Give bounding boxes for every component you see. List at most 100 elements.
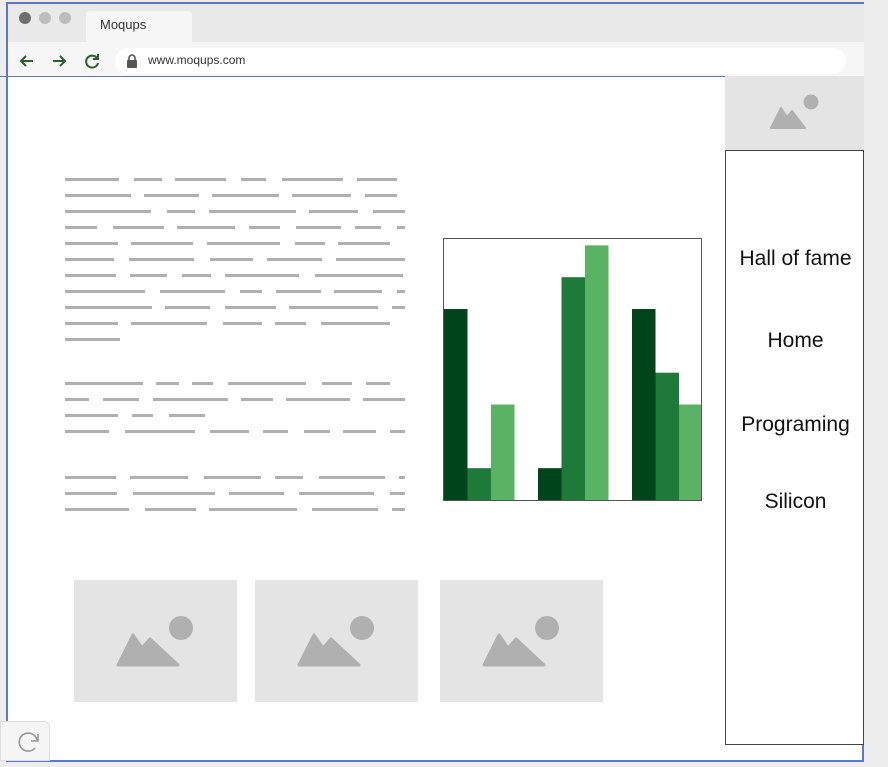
text-line-segment (357, 178, 397, 181)
text-line-segment (229, 492, 284, 495)
text-line-segment (156, 382, 179, 385)
lock-icon (126, 54, 138, 73)
window-minimize-dot[interactable] (39, 12, 51, 24)
text-line-segment (315, 274, 403, 277)
chart-bar (679, 404, 703, 500)
text-line-segment (134, 178, 162, 181)
window-close-dot[interactable] (19, 12, 31, 24)
text-line-segment (103, 398, 139, 401)
image-icon (297, 616, 374, 667)
chart-bar (632, 309, 656, 500)
text-line-segment (223, 322, 262, 325)
text-line-segment (204, 476, 261, 479)
text-line-segment (65, 226, 97, 229)
text-line-segment (267, 258, 322, 261)
image-placeholder-2 (255, 580, 418, 702)
sidebar-item-home[interactable]: Home (726, 329, 865, 353)
text-line-segment (397, 290, 405, 293)
image-icon (116, 616, 193, 667)
text-line-segment (249, 226, 280, 229)
text-line-segment (392, 306, 405, 309)
text-line-segment (65, 492, 117, 495)
text-line-segment (129, 258, 194, 261)
text-line-segment (286, 398, 350, 401)
text-line-segment (275, 322, 306, 325)
sidebar-item-programing[interactable]: Programing (726, 413, 865, 437)
sidebar-item-silicon[interactable]: Silicon (726, 490, 865, 514)
text-line-segment (336, 258, 405, 261)
text-line-segment (241, 398, 273, 401)
text-line-segment (295, 242, 325, 245)
text-line-segment (225, 274, 299, 277)
text-line-segment (338, 242, 390, 245)
text-line-segment (65, 382, 143, 385)
image-icon (770, 94, 819, 129)
text-line-segment (65, 508, 129, 511)
text-line-segment (319, 476, 385, 479)
image-placeholder-3 (440, 580, 603, 702)
bar-chart (443, 238, 703, 501)
image-placeholder-1 (74, 580, 237, 702)
chart-bar (561, 277, 585, 500)
text-line-segment (167, 210, 195, 213)
text-line-segment (169, 414, 205, 417)
text-line-segment (65, 274, 116, 277)
text-line-segment (304, 430, 330, 433)
sidebar-item-hall-of-fame[interactable]: Hall of fame (726, 247, 865, 271)
text-line-segment (292, 194, 351, 197)
chart-bar (444, 309, 468, 500)
text-line-segment (321, 322, 390, 325)
text-line-segment (65, 290, 145, 293)
forward-arrow-icon[interactable] (48, 50, 70, 72)
text-line-segment (153, 398, 228, 401)
tab-title: Moqups (100, 17, 147, 32)
scrollbar-track[interactable] (864, 76, 888, 761)
text-placeholder-block (65, 178, 405, 524)
text-line-segment (145, 508, 196, 511)
text-line-segment (65, 414, 118, 417)
browser-tab[interactable]: Moqups (86, 11, 192, 42)
text-line-segment (125, 430, 195, 433)
text-line-segment (322, 382, 352, 385)
text-line-segment (312, 508, 378, 511)
chart-bar (655, 372, 679, 500)
text-line-segment (177, 226, 235, 229)
window-maximize-dot[interactable] (59, 12, 71, 24)
text-line-segment (209, 508, 297, 511)
text-line-segment (263, 430, 288, 433)
text-line-segment (390, 492, 405, 495)
text-line-segment (182, 274, 211, 277)
chart-bar (491, 404, 515, 500)
url-text: www.moqups.com (148, 53, 246, 67)
text-line-segment (175, 178, 226, 181)
text-line-segment (289, 306, 378, 309)
text-line-segment (65, 322, 118, 325)
text-line-segment (209, 210, 296, 213)
bar-chart-svg (444, 245, 703, 500)
redo-button[interactable] (0, 721, 50, 761)
text-line-segment (113, 226, 164, 229)
text-line-segment (276, 290, 321, 293)
sidebar-nav: Hall of fame Home Programing Silicon (725, 150, 864, 745)
chart-bar (538, 468, 562, 500)
sidebar-image-placeholder (725, 76, 864, 150)
text-line-segment (392, 508, 405, 511)
text-line-segment (131, 322, 207, 325)
text-line-segment (133, 492, 215, 495)
text-line-segment (343, 430, 376, 433)
back-arrow-icon[interactable] (16, 50, 38, 72)
image-icon (482, 616, 559, 667)
text-line-segment (65, 398, 89, 401)
text-line-segment (160, 290, 225, 293)
text-line-segment (240, 290, 262, 293)
text-line-segment (299, 492, 374, 495)
reload-icon[interactable] (81, 50, 103, 72)
text-line-segment (132, 414, 153, 417)
text-line-segment (65, 306, 152, 309)
text-line-segment (207, 242, 280, 245)
text-line-segment (275, 476, 303, 479)
text-line-segment (192, 382, 213, 385)
text-line-segment (241, 178, 266, 181)
text-line-segment (210, 430, 249, 433)
text-line-segment (65, 476, 116, 479)
